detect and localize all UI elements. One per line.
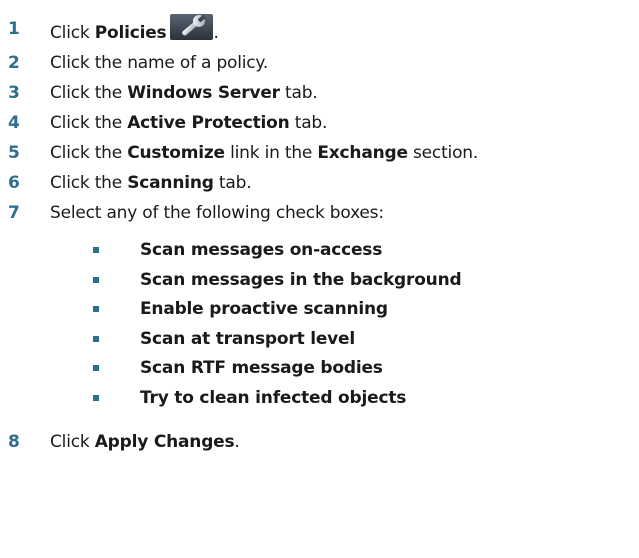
policies-label: Policies: [94, 23, 167, 43]
apply-changes-label: Apply Changes: [94, 432, 235, 452]
scanning-label: Scanning: [127, 173, 214, 193]
step-number: 6: [8, 173, 20, 193]
step-6: 6 Click the Scanning tab.: [8, 168, 636, 198]
bullet-square-icon: [93, 394, 99, 401]
wrench-icon: [170, 14, 214, 40]
customize-label: Customize: [127, 143, 225, 163]
step-text: Click the Customize link in the Exchange…: [50, 143, 479, 163]
list-item: Enable proactive scanning: [93, 295, 636, 325]
bullet-square-icon: [93, 335, 99, 342]
step-text: Click Apply Changes.: [50, 432, 240, 452]
bullet-square-icon: [93, 306, 99, 312]
bullet-square-icon: [93, 365, 99, 371]
step-number: 4: [8, 113, 20, 133]
step-text: Click the Windows Server tab.: [50, 83, 318, 103]
exchange-label: Exchange: [317, 143, 408, 163]
step-text: Click Policies .: [50, 14, 219, 48]
bullet-square-icon: [93, 247, 99, 253]
step-8: 8 Click Apply Changes.: [8, 427, 636, 457]
instruction-steps: 1 Click Policies . 2 Click the name of a…: [8, 0, 636, 457]
checkbox-list: Scan messages on-access Scan messages in…: [8, 236, 636, 413]
step-number: 5: [8, 143, 20, 163]
list-item: Scan RTF message bodies: [93, 354, 636, 384]
step-number: 1: [8, 19, 20, 39]
list-item: Scan messages in the background: [93, 266, 636, 296]
step-text: Click the name of a policy.: [50, 53, 269, 73]
list-item: Try to clean infected objects: [93, 384, 636, 414]
step-number: 2: [8, 53, 20, 73]
step-1: 1 Click Policies .: [8, 14, 636, 48]
bullet-square-icon: [93, 276, 99, 283]
step-text: Click the Active Protection tab.: [50, 113, 328, 133]
list-item: Scan at transport level: [93, 325, 636, 355]
step-2: 2 Click the name of a policy.: [8, 48, 636, 78]
step-number: 3: [8, 83, 20, 103]
active-protection-label: Active Protection: [127, 113, 290, 133]
windows-server-label: Windows Server: [127, 83, 280, 103]
step-7: 7 Select any of the following check boxe…: [8, 198, 636, 228]
step-3: 3 Click the Windows Server tab.: [8, 78, 636, 108]
list-item: Scan messages on-access: [93, 236, 636, 266]
step-number: 8: [8, 432, 20, 452]
step-text: Select any of the following check boxes:: [50, 203, 384, 223]
step-text: Click the Scanning tab.: [50, 173, 252, 193]
step-4: 4 Click the Active Protection tab.: [8, 108, 636, 138]
step-5: 5 Click the Customize link in the Exchan…: [8, 138, 636, 168]
step-number: 7: [8, 203, 20, 223]
